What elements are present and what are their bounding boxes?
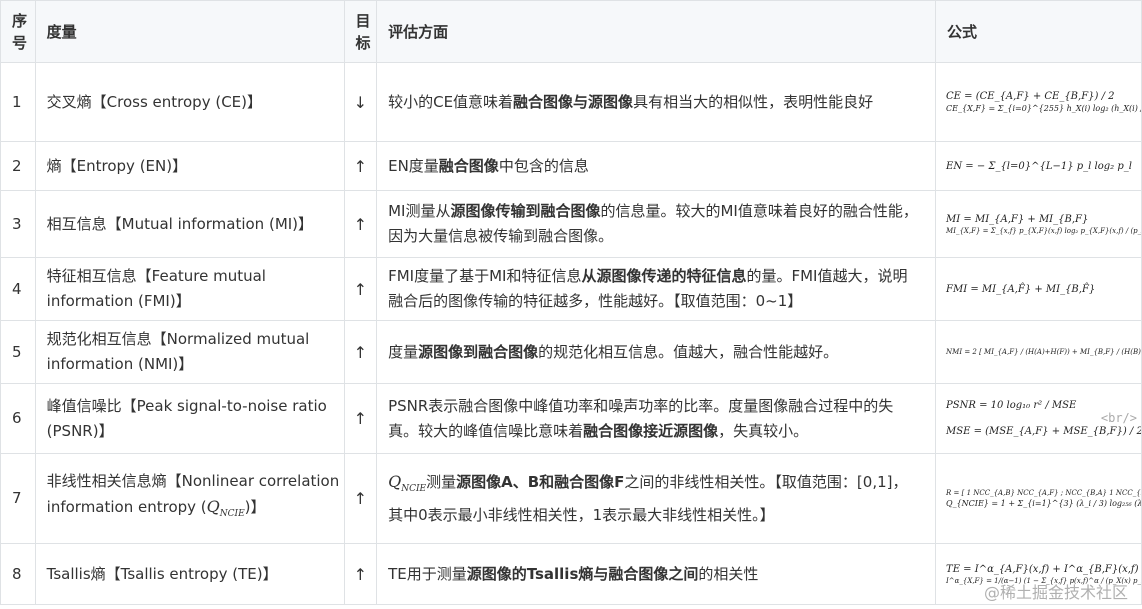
table-row: 4 特征相互信息【Feature mutual information (FMI)… xyxy=(0,257,1142,321)
row-index: 5 xyxy=(0,320,36,384)
row-aspect: FMI度量了基于MI和特征信息从源图像传递的特征信息的量。FMI值越大，说明融合… xyxy=(376,257,937,321)
header-formula: 公式 xyxy=(935,0,1142,63)
row-index: 3 xyxy=(0,190,36,258)
table-header-row: 序号 度量 目标 评估方面 公式 xyxy=(0,0,1142,63)
row-metric: 非线性相关信息熵【Nonlinear correlation informati… xyxy=(34,453,345,544)
arrow-up-icon: ↑ xyxy=(343,543,378,605)
row-metric: 相互信息【Mutual information (MI)】 xyxy=(34,190,345,258)
row-index: 8 xyxy=(0,543,36,605)
table-row: 5 规范化相互信息【Normalized mutual information (… xyxy=(0,320,1142,384)
arrow-up-icon: ↑ xyxy=(343,190,378,258)
row-formula: R = [ 1 NCC_{A,B} NCC_{A,F} ; NCC_{B,A} … xyxy=(935,453,1142,544)
arrow-down-icon: ↓ xyxy=(343,62,378,142)
row-formula: MI = MI_{A,F} + MI_{B,F} MI_{X,F} = Σ_{x,… xyxy=(935,190,1142,258)
table-row: 2 熵【Entropy (EN)】 ↑ EN度量融合图像中包含的信息 EN = − Σ_… xyxy=(0,141,1142,191)
row-metric: Tsallis熵【Tsallis entropy (TE)】 xyxy=(34,543,345,605)
row-aspect: TE用于测量源图像的Tsallis熵与融合图像之间的相关性 xyxy=(376,543,937,605)
row-index: 6 xyxy=(0,383,36,454)
row-metric: 峰值信噪比【Peak signal-to-noise ratio (PSNR)】 xyxy=(34,383,345,454)
row-aspect: PSNR表示融合图像中峰值功率和噪声功率的比率。度量图像融合过程中的失真。较大的… xyxy=(376,383,937,454)
arrow-up-icon: ↑ xyxy=(343,453,378,544)
row-aspect: QNCIE测量源图像A、B和融合图像F之间的非线性相关性。【取值范围：[0,1]… xyxy=(376,453,937,544)
table-row: 1 交叉熵【Cross entropy (CE)】 ↓ 较小的CE值意味着融合图像与源… xyxy=(0,62,1142,142)
row-formula: EN = − Σ_{l=0}^{L−1} p_l log₂ p_l xyxy=(935,141,1142,191)
table-row: 7 非线性相关信息熵【Nonlinear correlation informat… xyxy=(0,453,1142,544)
table-row: 6 峰值信噪比【Peak signal-to-noise ratio (PSNR)… xyxy=(0,383,1142,454)
row-index: 1 xyxy=(0,62,36,142)
row-aspect: EN度量融合图像中包含的信息 xyxy=(376,141,937,191)
row-metric: 熵【Entropy (EN)】 xyxy=(34,141,345,191)
row-index: 2 xyxy=(0,141,36,191)
row-aspect: MI测量从源图像传输到融合图像的信息量。较大的MI值意味着良好的融合性能，因为大… xyxy=(376,190,937,258)
metric-math-symbol: QNCIE xyxy=(206,497,245,520)
arrow-up-icon: ↑ xyxy=(343,320,378,384)
arrow-up-icon: ↑ xyxy=(343,383,378,454)
header-metric: 度量 xyxy=(34,0,345,63)
row-index: 4 xyxy=(0,257,36,321)
row-formula: CE = (CE_{A,F} + CE_{B,F}) / 2 CE_{X,F} =… xyxy=(935,62,1142,142)
row-formula: FMI = MI_{A,F̂} + MI_{B,F̂} xyxy=(935,257,1142,321)
row-index: 7 xyxy=(0,453,36,544)
header-target: 目标 xyxy=(343,0,378,63)
header-index: 序号 xyxy=(0,0,36,63)
metrics-table: 序号 度量 目标 评估方面 公式 1 交叉熵【Cross entropy (CE)… xyxy=(0,0,1142,605)
table-row: 3 相互信息【Mutual information (MI)】 ↑ MI测量从源图像传… xyxy=(0,190,1142,258)
row-metric: 交叉熵【Cross entropy (CE)】 xyxy=(34,62,345,142)
row-metric: 特征相互信息【Feature mutual information (FMI)】 xyxy=(34,257,345,321)
arrow-up-icon: ↑ xyxy=(343,257,378,321)
arrow-up-icon: ↑ xyxy=(343,141,378,191)
row-formula: PSNR = 10 log₁₀ r² / MSE <br/> MSE = (MSE_… xyxy=(935,383,1142,454)
row-metric: 规范化相互信息【Normalized mutual information (N… xyxy=(34,320,345,384)
row-formula: NMI = 2 [ MI_{A,F} / (H(A)+H(F)) + MI_{B… xyxy=(935,320,1142,384)
row-aspect: 度量源图像到融合图像的规范化相互信息。值越大，融合性能越好。 xyxy=(376,320,937,384)
row-aspect: 较小的CE值意味着融合图像与源图像具有相当大的相似性，表明性能良好 xyxy=(376,62,937,142)
header-aspect: 评估方面 xyxy=(376,0,937,63)
watermark: @稀土掘金技术社区 xyxy=(983,583,1128,602)
table-row: 8 Tsallis熵【Tsallis entropy (TE)】 ↑ TE用于测量源图… xyxy=(0,543,1142,605)
